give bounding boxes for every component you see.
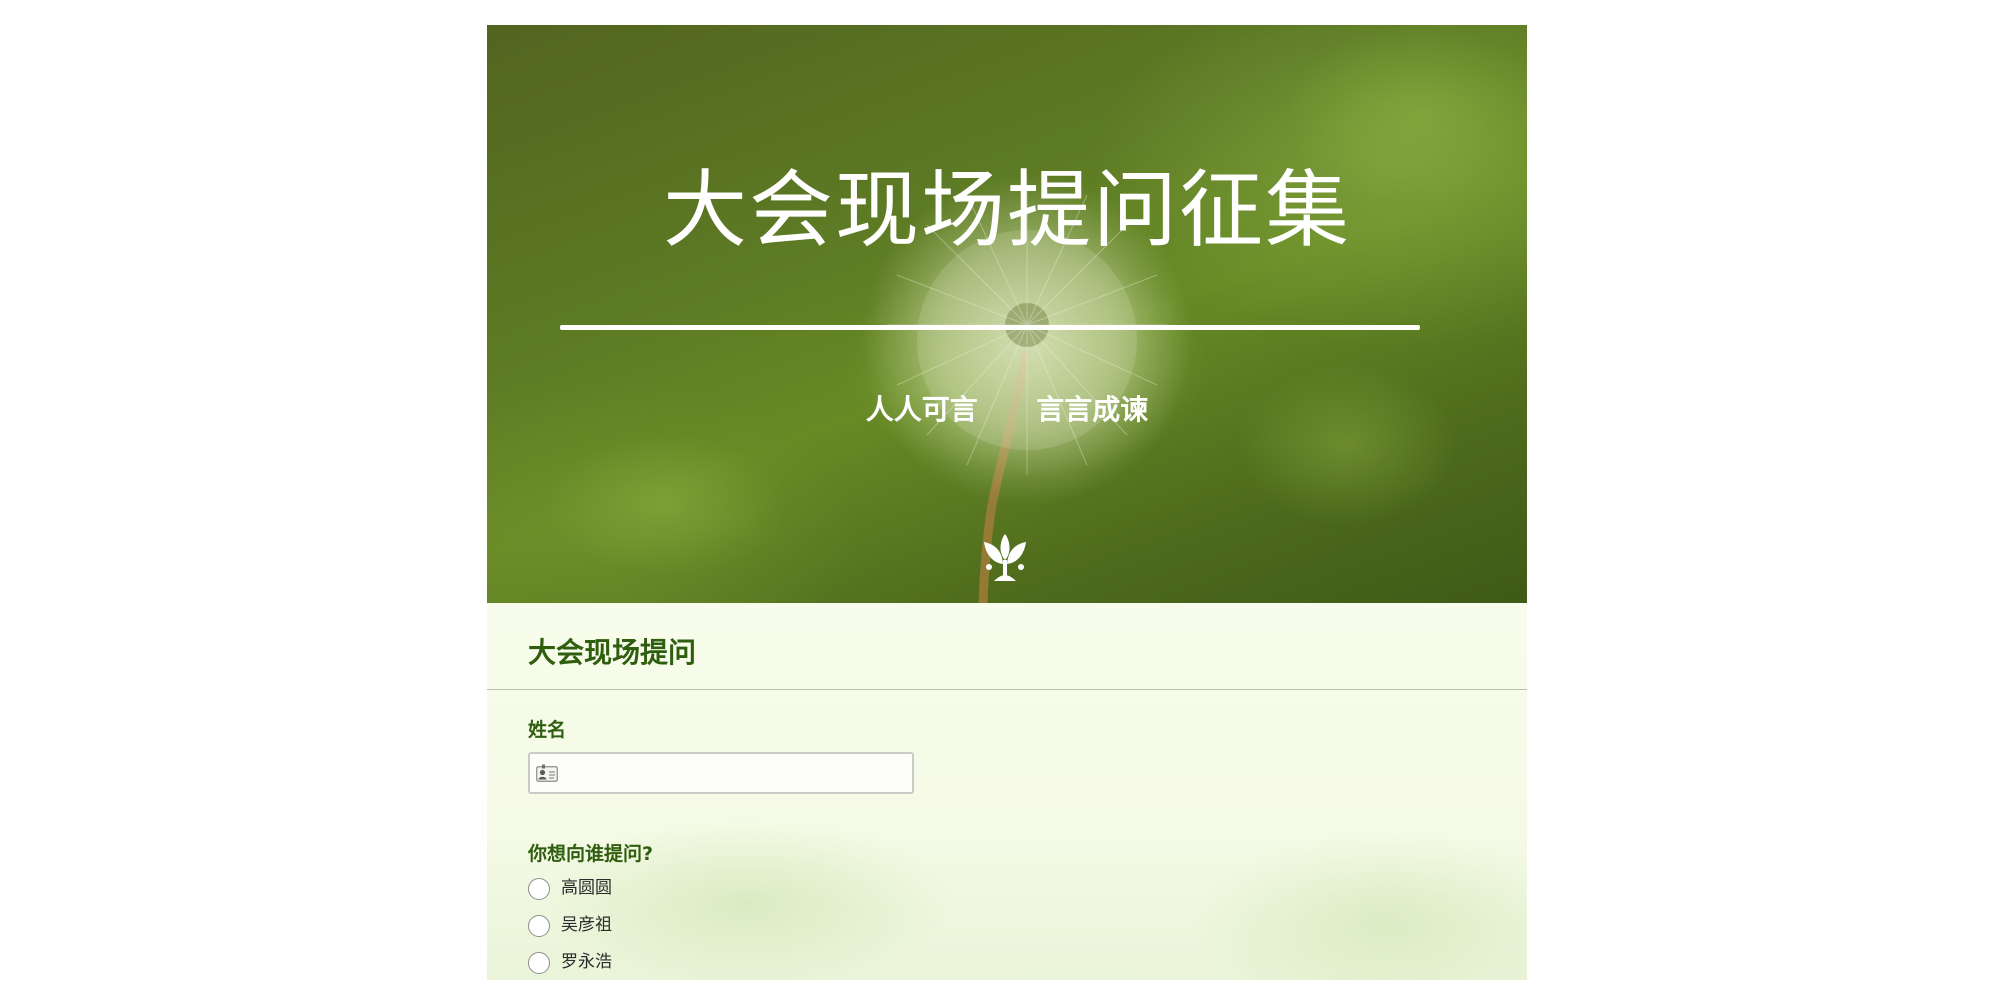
radio-option-1[interactable]: 高圆圆 xyxy=(528,875,828,905)
name-input[interactable] xyxy=(564,754,908,792)
radio-option-label: 罗永浩 xyxy=(561,952,612,972)
banner-divider xyxy=(560,325,1420,330)
radio-option-label: 吴彦祖 xyxy=(561,915,612,935)
radio-option-3[interactable]: 罗永浩 xyxy=(528,949,828,979)
form-card: 大会现场提问征集 人人可言 言言成谏 大会现场提问 姓名 你想向谁提问? 高圆圆… xyxy=(487,25,1527,980)
radio-option-label: 高圆圆 xyxy=(561,878,612,898)
seedling-logo-icon xyxy=(984,534,1026,581)
form-body: 大会现场提问 姓名 你想向谁提问? 高圆圆 吴彦祖 罗永浩 xyxy=(487,603,1527,980)
radio-option-2[interactable]: 吴彦祖 xyxy=(528,912,828,942)
question-target-label: 你想向谁提问? xyxy=(528,843,654,865)
radio-button[interactable] xyxy=(528,952,550,974)
radio-button[interactable] xyxy=(528,878,550,900)
id-card-icon xyxy=(536,764,558,782)
name-input-container[interactable] xyxy=(528,752,914,794)
banner-title: 大会现场提问征集 xyxy=(662,161,1351,259)
radio-button[interactable] xyxy=(528,915,550,937)
form-title-divider xyxy=(487,689,1527,690)
name-field-label: 姓名 xyxy=(528,719,567,741)
form-title: 大会现场提问 xyxy=(528,636,697,669)
banner-slogan: 人人可言 言言成谏 xyxy=(865,393,1149,426)
header-banner: 大会现场提问征集 人人可言 言言成谏 xyxy=(487,25,1527,603)
dandelion-background-image xyxy=(547,25,1527,603)
